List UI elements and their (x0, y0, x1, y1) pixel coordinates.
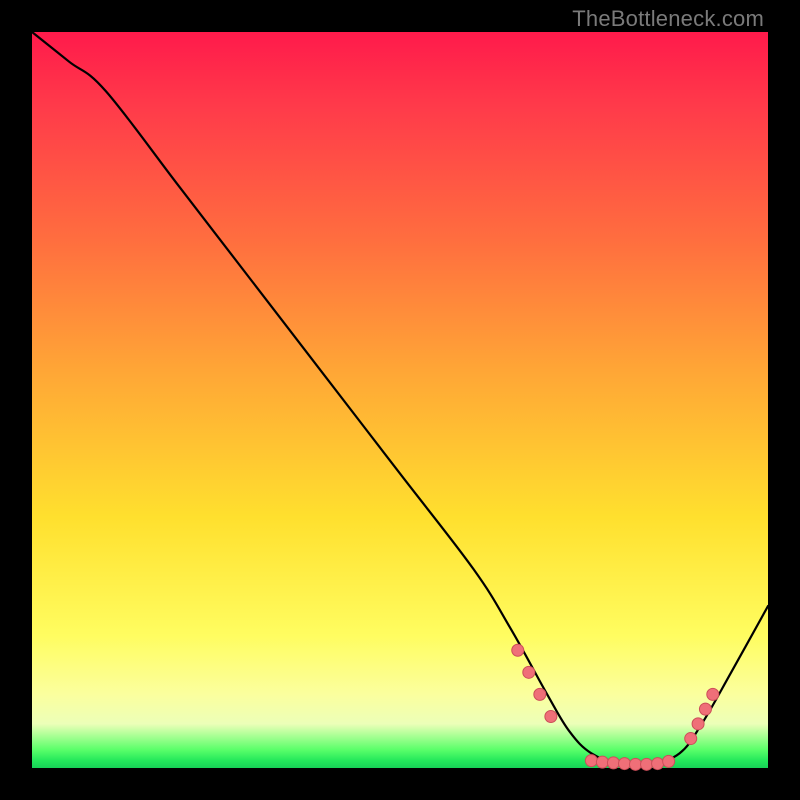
curve-marker (692, 718, 704, 730)
curve-marker (707, 688, 719, 700)
curve-marker (685, 733, 697, 745)
curve-marker (652, 758, 664, 770)
curve-marker (699, 703, 711, 715)
curve-marker (545, 710, 557, 722)
bottleneck-curve (32, 32, 768, 766)
curve-marker (523, 666, 535, 678)
curve-marker (607, 757, 619, 769)
plot-area (32, 32, 768, 768)
attribution-label: TheBottleneck.com (572, 6, 764, 32)
curve-marker (663, 755, 675, 767)
curve-markers (512, 644, 719, 770)
curve-marker (630, 758, 642, 770)
curve-marker (534, 688, 546, 700)
curve-marker (618, 758, 630, 770)
curve-marker (512, 644, 524, 656)
chart-frame: TheBottleneck.com (0, 0, 800, 800)
curve-marker (585, 755, 597, 767)
chart-svg (32, 32, 768, 768)
curve-marker (596, 756, 608, 768)
curve-marker (641, 758, 653, 770)
